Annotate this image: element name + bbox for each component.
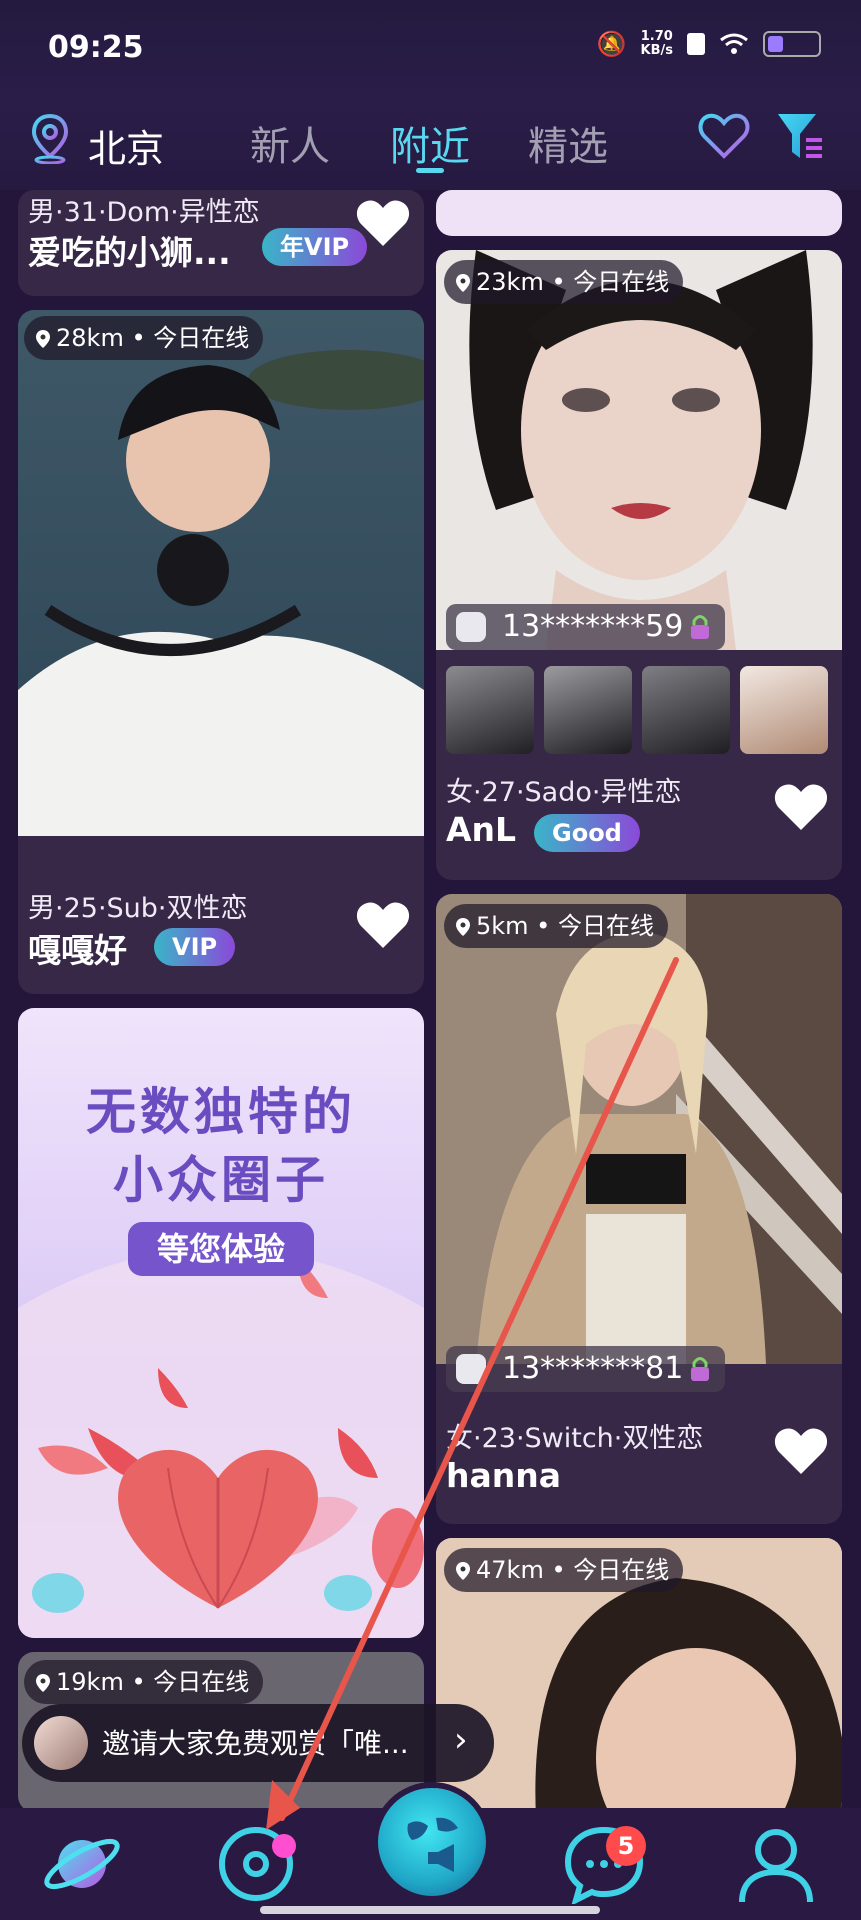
planet-icon[interactable] bbox=[40, 1820, 124, 1904]
thumbnail[interactable] bbox=[642, 666, 730, 754]
city-label[interactable]: 北京 bbox=[88, 118, 164, 173]
mute-icon: 🔕 bbox=[596, 30, 627, 58]
user-meta: 男·25·Sub·双性恋 bbox=[28, 893, 248, 924]
vip-badge: 年VIP bbox=[262, 228, 368, 266]
banner-headline-1: 无数独特的 bbox=[86, 1083, 356, 1141]
like-heart-icon[interactable] bbox=[772, 1424, 830, 1478]
thumbnail[interactable] bbox=[740, 666, 828, 754]
like-heart-icon[interactable] bbox=[354, 196, 412, 250]
chevron-right-icon: › bbox=[454, 1720, 468, 1760]
like-heart-icon[interactable] bbox=[772, 780, 830, 834]
user-name: AnL bbox=[446, 810, 517, 849]
invite-toast[interactable]: 邀请大家免费观赏「唯... › bbox=[22, 1704, 494, 1782]
phone-number-locked[interactable]: 13*******59 bbox=[446, 604, 726, 650]
avatar bbox=[34, 1716, 88, 1770]
tab-featured[interactable]: 精选 bbox=[528, 114, 608, 172]
user-name: hanna bbox=[446, 1456, 562, 1495]
thumbnail[interactable] bbox=[544, 666, 632, 754]
filter-icon[interactable] bbox=[776, 110, 826, 166]
phone-icon bbox=[456, 1354, 486, 1384]
discover-icon[interactable] bbox=[214, 1820, 298, 1904]
user-meta: 男·31·Dom·异性恋 bbox=[28, 197, 260, 228]
home-indicator bbox=[260, 1906, 600, 1914]
distance-pill: 28km • 今日在线 bbox=[24, 316, 264, 360]
distance-pill: 19km • 今日在线 bbox=[24, 1660, 264, 1704]
lock-icon bbox=[691, 615, 710, 639]
vip-badge: VIP bbox=[154, 928, 236, 966]
profile-icon[interactable] bbox=[734, 1820, 818, 1904]
globe-broadcast-button[interactable] bbox=[378, 1788, 486, 1896]
location-pin-icon[interactable] bbox=[28, 112, 72, 164]
profile-photo bbox=[436, 894, 842, 1364]
distance-pill: 47km • 今日在线 bbox=[444, 1548, 684, 1592]
sim-icon bbox=[687, 33, 705, 55]
lock-icon bbox=[691, 1357, 710, 1381]
messages-count-badge: 5 bbox=[606, 1826, 646, 1866]
banner-headline-2: 小众圈子 bbox=[113, 1151, 329, 1209]
distance-pill: 5km • 今日在线 bbox=[444, 904, 668, 948]
network-speed: 1.70 KB/s bbox=[640, 29, 673, 58]
tab-nearby[interactable]: 附近 bbox=[390, 114, 470, 172]
top-header: 北京 新人 附近 精选 bbox=[0, 100, 861, 190]
status-bar: 09:25 🔕 1.70 KB/s bbox=[0, 0, 861, 100]
status-time: 09:25 bbox=[48, 30, 144, 65]
user-card-top[interactable]: 男·31·Dom·异性恋 爱吃的小狮... 年VIP bbox=[18, 190, 424, 296]
user-card[interactable]: 47km • 今日在线 bbox=[436, 1538, 842, 1818]
battery-icon bbox=[763, 31, 821, 57]
user-card[interactable]: 5km • 今日在线 13*******81 女·23·Switch·双性恋 h… bbox=[436, 894, 842, 1524]
thumbnail[interactable] bbox=[446, 666, 534, 754]
heart-outline-icon[interactable] bbox=[696, 108, 752, 164]
good-badge: Good bbox=[534, 814, 640, 852]
card-top-partial[interactable] bbox=[436, 190, 842, 236]
photo-thumbnails bbox=[446, 666, 836, 754]
user-card[interactable]: 23km • 今日在线 13*******59 女·27·Sado·异性恋 An… bbox=[436, 250, 842, 880]
promo-banner[interactable]: 无数独特的 小众圈子 等您体验 bbox=[18, 1008, 424, 1638]
notification-dot bbox=[272, 1834, 296, 1858]
status-icons: 🔕 1.70 KB/s bbox=[597, 30, 821, 58]
like-heart-icon[interactable] bbox=[354, 898, 412, 952]
tab-indicator bbox=[416, 168, 444, 173]
tab-new[interactable]: 新人 bbox=[250, 114, 330, 172]
invite-text: 邀请大家免费观赏「唯... bbox=[102, 1727, 409, 1760]
user-name: 爱吃的小狮... bbox=[28, 233, 231, 272]
phone-number-locked[interactable]: 13*******81 bbox=[446, 1346, 726, 1392]
banner-cta-button[interactable]: 等您体验 bbox=[128, 1222, 314, 1276]
globe-megaphone-icon bbox=[407, 1817, 458, 1872]
user-card[interactable]: 28km • 今日在线 男·25·Sub·双性恋 嘎嘎好 VIP bbox=[18, 310, 424, 994]
user-meta: 女·27·Sado·异性恋 bbox=[446, 777, 682, 808]
user-meta: 女·23·Switch·双性恋 bbox=[446, 1423, 704, 1454]
user-name: 嘎嘎好 bbox=[28, 931, 127, 970]
distance-pill: 23km • 今日在线 bbox=[444, 260, 684, 304]
profile-photo bbox=[436, 250, 842, 650]
phone-icon bbox=[456, 612, 486, 642]
profile-photo bbox=[18, 310, 424, 836]
wifi-icon bbox=[720, 33, 748, 54]
